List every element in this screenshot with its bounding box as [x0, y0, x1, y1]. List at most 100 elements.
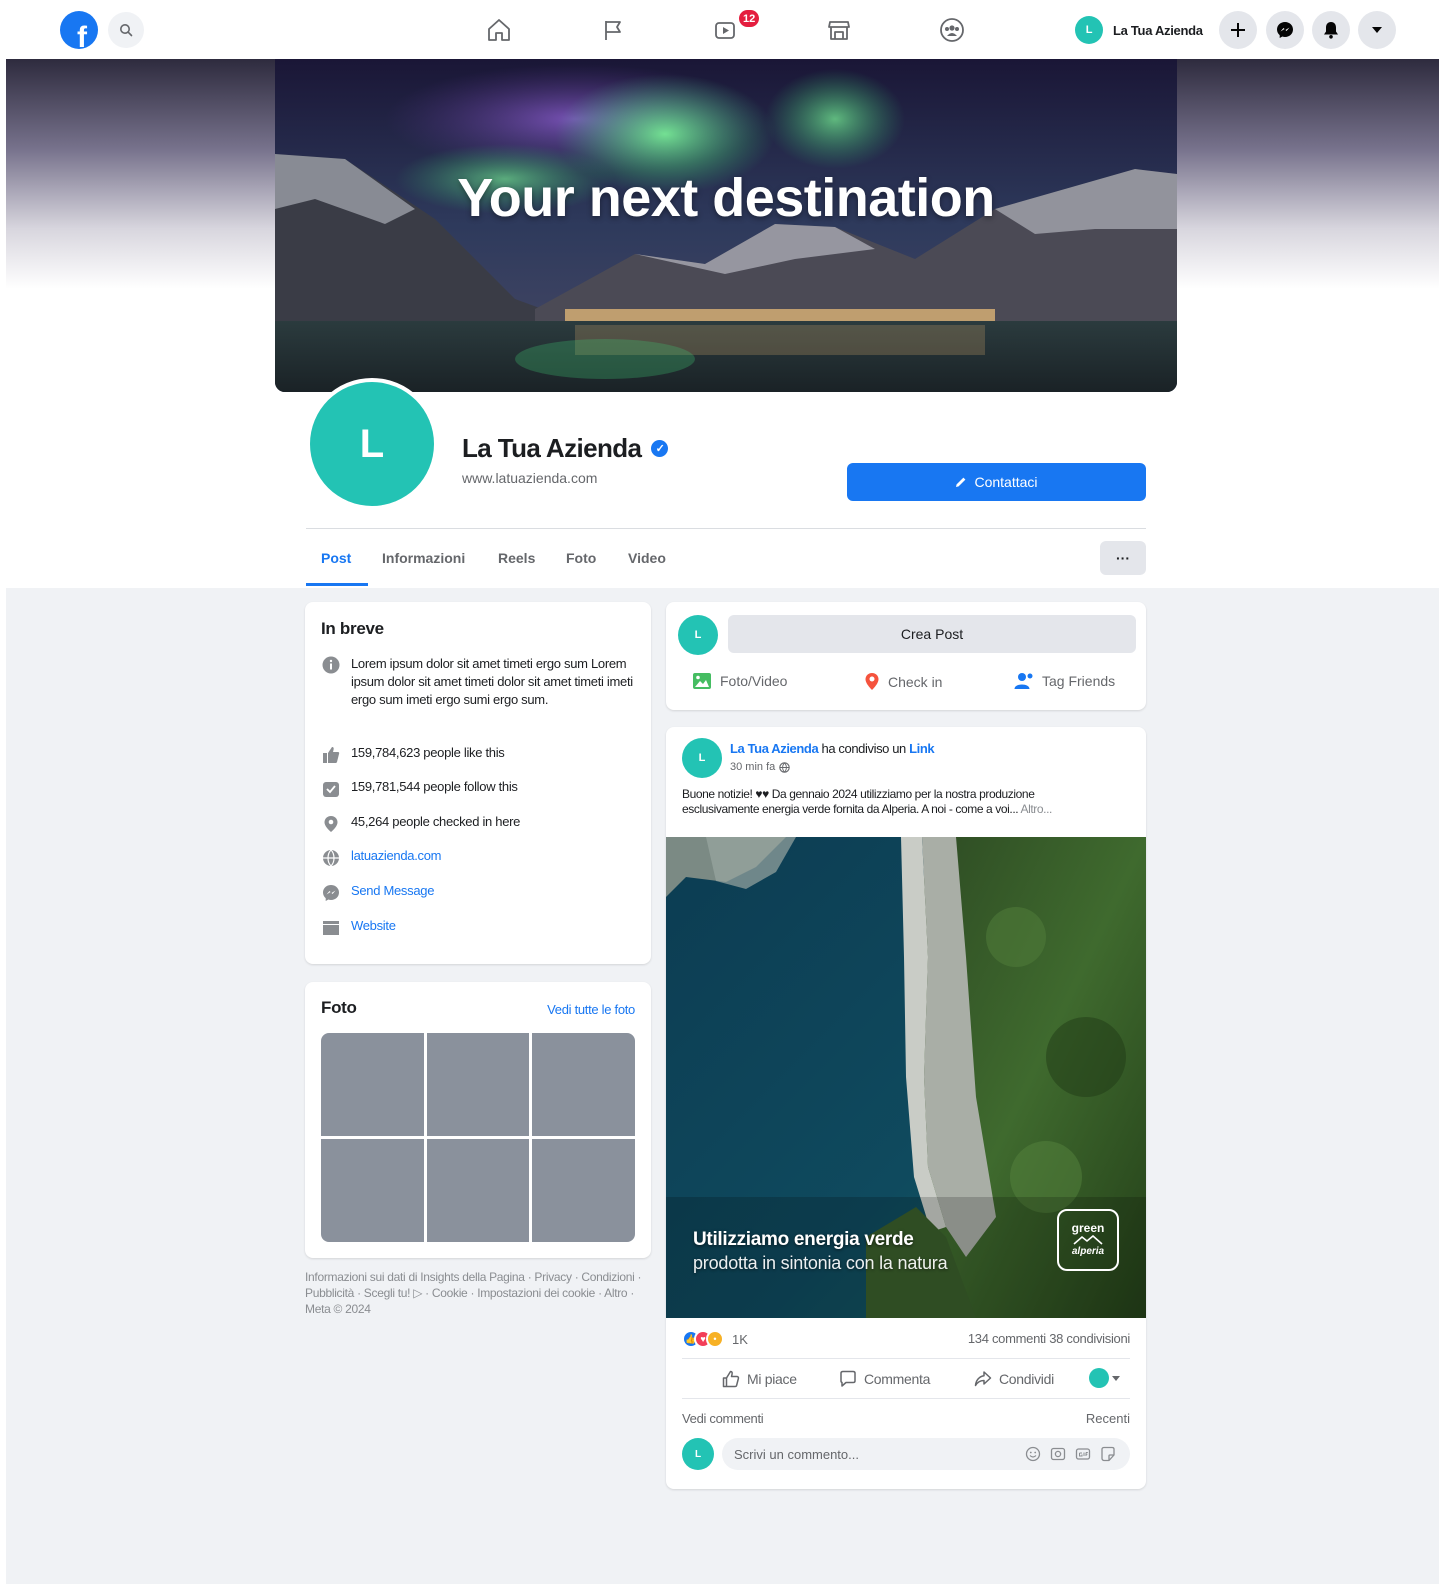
create-post-card: L Crea Post Foto/Video Check in Tag Frie…: [666, 602, 1146, 710]
home-icon: [488, 19, 510, 41]
tab-informazioni[interactable]: Informazioni: [382, 550, 465, 566]
website-link[interactable]: Website: [351, 918, 396, 933]
share-icon: [974, 1371, 992, 1387]
tab-post[interactable]: Post: [321, 550, 351, 566]
post-timestamp[interactable]: 30 min fa: [730, 761, 790, 773]
photo-video-label: Foto/Video: [720, 673, 788, 689]
thumbs-up-icon: [321, 745, 340, 764]
photo-thumbnail[interactable]: [321, 1139, 424, 1242]
comment-button[interactable]: Commenta: [839, 1370, 930, 1388]
photo-thumbnail[interactable]: [426, 1033, 530, 1136]
intro-title: In breve: [321, 619, 384, 638]
post-author-link[interactable]: La Tua Azienda: [730, 741, 819, 756]
post-as-selector[interactable]: [1089, 1368, 1120, 1388]
location-pin-icon: [865, 673, 879, 690]
photo-thumbnail[interactable]: [532, 1033, 635, 1136]
facebook-logo-icon[interactable]: f: [60, 11, 98, 49]
composer-avatar: L: [678, 615, 718, 655]
notifications-button[interactable]: [1312, 11, 1350, 49]
image-caption: Utilizziamo energia verde prodotta in si…: [693, 1229, 948, 1274]
comment-input[interactable]: Scrivi un commento...: [722, 1438, 1130, 1470]
check-in-label: Check in: [888, 673, 943, 690]
send-message-link[interactable]: Send Message: [351, 883, 434, 898]
create-button[interactable]: [1219, 11, 1257, 49]
check-in-button[interactable]: Check in: [864, 672, 942, 691]
camera-icon[interactable]: [1050, 1446, 1066, 1462]
tabs-divider: [306, 528, 1146, 529]
thumbs-up-icon: [722, 1370, 740, 1388]
messenger-button[interactable]: [1266, 11, 1304, 49]
globe-icon: [779, 761, 790, 773]
photo-thumbnail[interactable]: [321, 1033, 424, 1136]
divider: [682, 1358, 1130, 1359]
image-caption-line1: Utilizziamo energia verde: [693, 1229, 914, 1250]
account-avatar: L: [1075, 16, 1103, 44]
account-switcher[interactable]: L La Tua Azienda: [1075, 14, 1203, 46]
post-link-label[interactable]: Link: [909, 741, 935, 756]
comments-count[interactable]: 134 commenti: [968, 1331, 1046, 1346]
share-button[interactable]: Condividi: [974, 1370, 1054, 1388]
see-all-photos-link[interactable]: Vedi tutte le foto: [547, 1002, 635, 1017]
account-menu-button[interactable]: [1358, 11, 1396, 49]
tab-video[interactable]: Video: [628, 550, 666, 566]
messenger-icon: [321, 883, 340, 902]
page-url[interactable]: www.latuazienda.com: [462, 470, 597, 486]
likes-text: 159,784,623 people like this: [351, 745, 505, 760]
send-message-row[interactable]: Send Message: [321, 883, 434, 902]
comment-icon: [840, 1370, 856, 1387]
sticker-icon[interactable]: [1100, 1446, 1116, 1462]
website-domain-link[interactable]: latuazienda.com: [351, 848, 441, 863]
comment-tools: [1025, 1446, 1116, 1462]
tag-friends-button[interactable]: Tag Friends: [1014, 672, 1115, 690]
checkins-text: 45,264 people checked in here: [351, 814, 521, 829]
verified-badge-icon: ✓: [651, 440, 669, 457]
like-button[interactable]: Mi piace: [722, 1370, 797, 1388]
page-name-text: La Tua Azienda: [462, 433, 642, 463]
pencil-icon: [956, 477, 966, 487]
emoji-icon[interactable]: [1025, 1446, 1041, 1462]
search-button[interactable]: [108, 12, 144, 48]
see-comments-link[interactable]: Vedi commenti: [682, 1411, 764, 1426]
create-post-button[interactable]: Crea Post: [728, 615, 1136, 653]
engagement-counts[interactable]: 134 commenti 38 condivisioni: [968, 1331, 1130, 1346]
search-icon: [120, 24, 133, 37]
cover-photo[interactable]: Your next destination: [275, 59, 1177, 392]
watch-nav-button[interactable]: [711, 15, 741, 45]
share-label: Condividi: [999, 1371, 1054, 1387]
photo-video-button[interactable]: Foto/Video: [692, 672, 787, 690]
post-shared-text: ha condiviso un: [821, 741, 907, 756]
caret-down-icon: [1112, 1375, 1120, 1381]
tab-foto[interactable]: Foto: [566, 550, 596, 566]
photo-thumbnail[interactable]: [426, 1139, 530, 1242]
location-pin-icon: [321, 814, 340, 833]
see-more-link[interactable]: Altro...: [1020, 802, 1052, 816]
contact-button[interactable]: Contattaci: [847, 463, 1146, 501]
reactions-summary[interactable]: 👍 ♥ • 1K: [682, 1330, 748, 1348]
follows-row: 159,781,544 people follow this: [321, 779, 518, 798]
alperia-green-logo: green alperia: [1057, 1209, 1119, 1271]
likes-row: 159,784,623 people like this: [321, 745, 505, 764]
marketplace-nav-button[interactable]: [824, 15, 854, 45]
tab-reels[interactable]: Reels: [498, 550, 535, 566]
video-icon: [715, 22, 735, 39]
follow-icon: [321, 779, 340, 798]
photo-thumbnail[interactable]: [532, 1139, 635, 1242]
post-image[interactable]: Utilizziamo energia verde prodotta in si…: [666, 837, 1146, 1318]
post-author-avatar[interactable]: L: [682, 738, 722, 778]
home-nav-button[interactable]: [484, 15, 514, 45]
post-header: La Tua Azienda ha condiviso un Link: [730, 741, 935, 756]
intro-description-row: Lorem ipsum dolor sit amet timeti ergo s…: [321, 655, 635, 709]
page-profile-picture[interactable]: L: [306, 378, 438, 510]
website-row[interactable]: Website: [321, 918, 396, 937]
photos-title: Foto: [321, 998, 357, 1017]
pages-nav-button[interactable]: [598, 15, 628, 45]
more-options-button[interactable]: ···: [1100, 541, 1146, 575]
footer-links[interactable]: Informazioni sui dati di Insights della …: [305, 1269, 655, 1317]
gif-icon[interactable]: [1075, 1446, 1091, 1462]
website-domain-row[interactable]: latuazienda.com: [321, 848, 441, 867]
photo-icon: [693, 673, 711, 689]
shares-count[interactable]: 38 condivisioni: [1049, 1331, 1130, 1346]
groups-nav-button[interactable]: [937, 15, 967, 45]
marketplace-icon: [828, 21, 850, 40]
comment-sort-selector[interactable]: Recenti: [1086, 1411, 1130, 1426]
